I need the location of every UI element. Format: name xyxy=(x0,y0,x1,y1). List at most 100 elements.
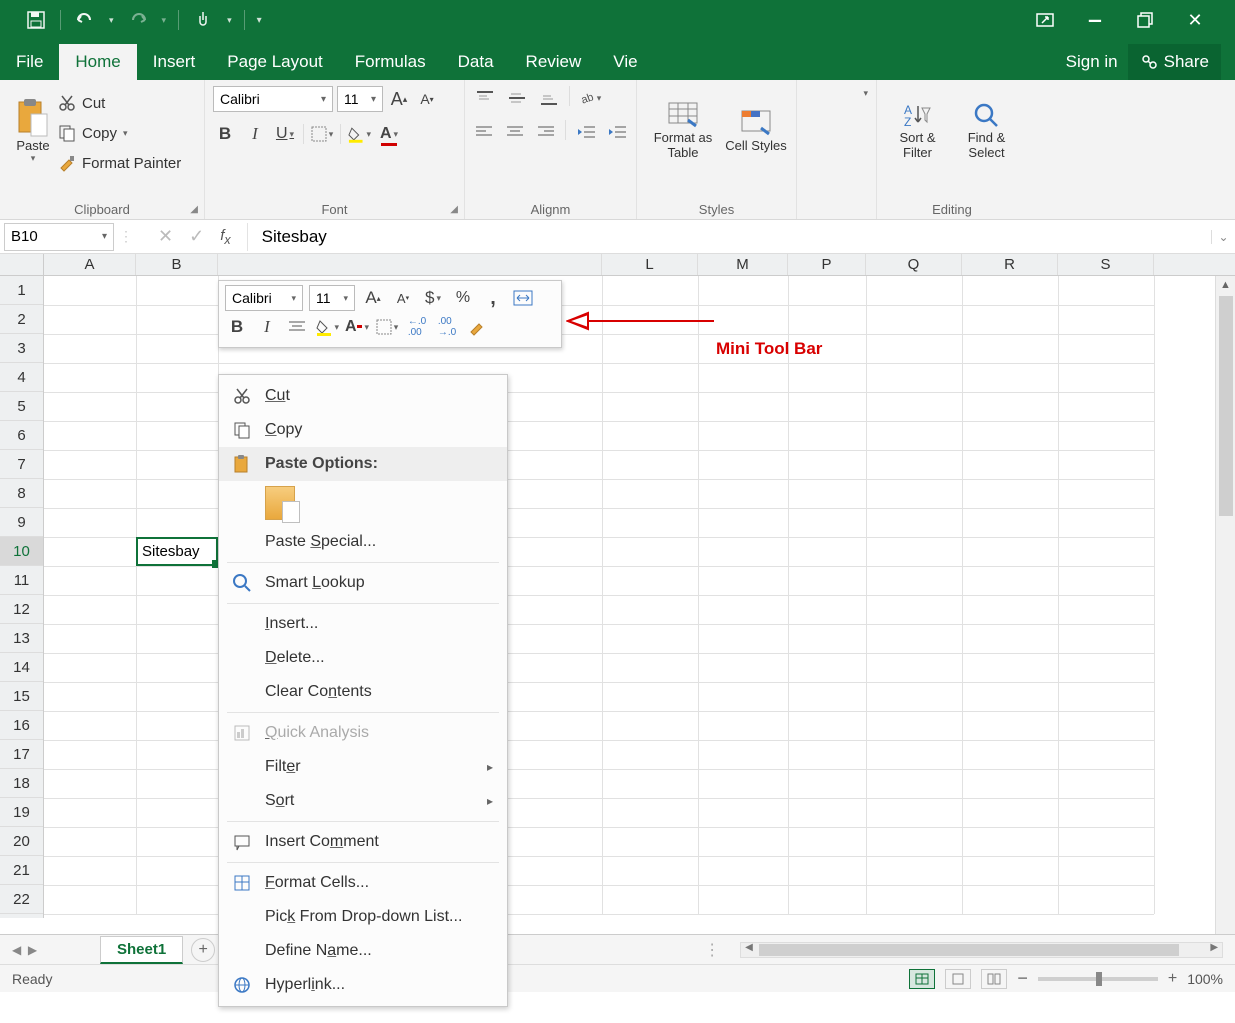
cm-insert-comment[interactable]: Insert Comment xyxy=(219,825,507,859)
restore-icon[interactable] xyxy=(1135,10,1155,30)
mini-align-center[interactable] xyxy=(285,315,309,339)
zoom-slider[interactable] xyxy=(1038,977,1158,981)
save-icon[interactable] xyxy=(24,8,48,32)
column-header[interactable]: P xyxy=(788,254,866,275)
row-header[interactable]: 6 xyxy=(0,421,43,450)
align-bottom-icon[interactable] xyxy=(537,86,561,110)
minimize-icon[interactable]: ‒ xyxy=(1085,10,1105,30)
row-header[interactable]: 4 xyxy=(0,363,43,392)
cm-filter[interactable]: Filter▸ xyxy=(219,750,507,784)
align-top-icon[interactable] xyxy=(473,86,497,110)
expand-formula-bar-icon[interactable]: ⌄ xyxy=(1211,230,1235,244)
row-header[interactable]: 20 xyxy=(0,827,43,856)
underline-button[interactable]: U xyxy=(273,122,297,146)
tab-home[interactable]: Home xyxy=(59,44,136,80)
column-header[interactable]: Q xyxy=(866,254,962,275)
view-page-layout-icon[interactable] xyxy=(945,969,971,989)
sheet-tab-active[interactable]: Sheet1 xyxy=(100,936,183,964)
column-header[interactable]: L xyxy=(602,254,698,275)
clipboard-dialog-icon[interactable]: ◢ xyxy=(190,204,198,215)
tab-insert[interactable]: Insert xyxy=(137,44,212,80)
column-header[interactable]: A xyxy=(44,254,136,275)
cm-insert[interactable]: Insert... xyxy=(219,607,507,641)
name-box[interactable]: B10 ▾ xyxy=(4,223,114,251)
view-normal-icon[interactable] xyxy=(909,969,935,989)
orientation-icon[interactable]: ab xyxy=(578,86,602,110)
row-header[interactable]: 22 xyxy=(0,885,43,914)
mini-italic[interactable]: I xyxy=(255,315,279,339)
font-dialog-icon[interactable]: ◢ xyxy=(450,204,458,215)
cm-paste-options[interactable]: Paste Options: xyxy=(219,447,507,481)
row-header[interactable]: 21 xyxy=(0,856,43,885)
row-header[interactable]: 16 xyxy=(0,711,43,740)
row-header[interactable]: 15 xyxy=(0,682,43,711)
format-painter-button[interactable]: Format Painter xyxy=(58,150,181,176)
zoom-thumb[interactable] xyxy=(1096,972,1102,986)
row-header[interactable]: 2 xyxy=(0,305,43,334)
mini-font-color[interactable]: A xyxy=(345,315,369,339)
undo-icon[interactable] xyxy=(73,8,97,32)
vertical-scrollbar[interactable]: ▲ xyxy=(1215,276,1235,934)
mini-shrink-font[interactable]: A▾ xyxy=(391,286,415,310)
font-color-button[interactable]: A xyxy=(377,122,401,146)
column-header[interactable]: R xyxy=(962,254,1058,275)
share-button[interactable]: Share xyxy=(1128,44,1221,80)
row-header[interactable]: 18 xyxy=(0,769,43,798)
qat-customize-icon[interactable]: ▾ xyxy=(257,15,262,26)
tab-page-layout[interactable]: Page Layout xyxy=(211,44,338,80)
row-header[interactable]: 5 xyxy=(0,392,43,421)
cm-hyperlink[interactable]: Hyperlink... xyxy=(219,968,507,1002)
font-size-combo[interactable]: 11▾ xyxy=(337,86,383,112)
fill-color-button[interactable] xyxy=(347,122,371,146)
tab-formulas[interactable]: Formulas xyxy=(339,44,442,80)
align-center-icon[interactable] xyxy=(504,120,527,144)
redo-icon[interactable] xyxy=(126,8,150,32)
copy-button[interactable]: Copy ▾ xyxy=(58,120,181,146)
cell-styles-button[interactable]: Cell Styles xyxy=(725,86,787,176)
cm-copy[interactable]: Copy xyxy=(219,413,507,447)
tab-review[interactable]: Review xyxy=(510,44,598,80)
zoom-value[interactable]: 100% xyxy=(1187,971,1223,987)
tab-data[interactable]: Data xyxy=(442,44,510,80)
row-header[interactable]: 10 xyxy=(0,537,43,566)
active-cell[interactable]: Sitesbay xyxy=(136,537,218,566)
fullscreen-icon[interactable] xyxy=(1035,10,1055,30)
mini-merge[interactable] xyxy=(511,286,535,310)
paste-button[interactable]: Paste ▾ xyxy=(8,86,58,176)
row-header[interactable]: 11 xyxy=(0,566,43,595)
row-header[interactable]: 14 xyxy=(0,653,43,682)
row-header[interactable]: 19 xyxy=(0,798,43,827)
column-header[interactable]: M xyxy=(698,254,788,275)
vscroll-thumb[interactable] xyxy=(1219,296,1233,516)
row-header[interactable]: 12 xyxy=(0,595,43,624)
mini-size-combo[interactable]: 11▾ xyxy=(309,285,355,311)
increase-indent-icon[interactable] xyxy=(605,120,628,144)
cm-paste-special[interactable]: Paste Special... xyxy=(219,525,507,559)
decrease-indent-icon[interactable] xyxy=(574,120,597,144)
close-icon[interactable]: ✕ xyxy=(1185,10,1205,30)
cm-paste-option-default[interactable] xyxy=(219,481,507,525)
row-header[interactable]: 3 xyxy=(0,334,43,363)
redo-dropdown[interactable]: ▾ xyxy=(162,15,167,26)
grow-font-icon[interactable]: A▴ xyxy=(387,87,411,111)
undo-dropdown[interactable]: ▾ xyxy=(109,15,114,26)
formula-bar[interactable]: Sitesbay xyxy=(247,223,1211,251)
horizontal-scrollbar[interactable]: ◀ ▶ xyxy=(740,942,1223,958)
cm-cut[interactable]: Cut xyxy=(219,379,507,413)
mini-font-combo[interactable]: Calibri▾ xyxy=(225,285,303,311)
mini-increase-decimal[interactable]: ←.0.00 xyxy=(405,315,429,339)
scroll-up-icon[interactable]: ▲ xyxy=(1216,276,1235,294)
confirm-edit-icon[interactable]: ✓ xyxy=(189,226,204,247)
mini-border[interactable] xyxy=(375,315,399,339)
find-select-button[interactable]: Find & Select xyxy=(954,86,1019,176)
tab-split[interactable]: ⋮ xyxy=(696,940,728,960)
cut-button[interactable]: Cut xyxy=(58,90,181,116)
row-header[interactable]: 13 xyxy=(0,624,43,653)
bold-button[interactable]: B xyxy=(213,122,237,146)
column-header-gap[interactable] xyxy=(218,254,602,275)
row-header[interactable]: 1 xyxy=(0,276,43,305)
zoom-out-button[interactable]: − xyxy=(1017,968,1028,989)
italic-button[interactable]: I xyxy=(243,122,267,146)
mini-format-painter[interactable] xyxy=(465,315,489,339)
add-sheet-button[interactable]: + xyxy=(191,938,215,962)
